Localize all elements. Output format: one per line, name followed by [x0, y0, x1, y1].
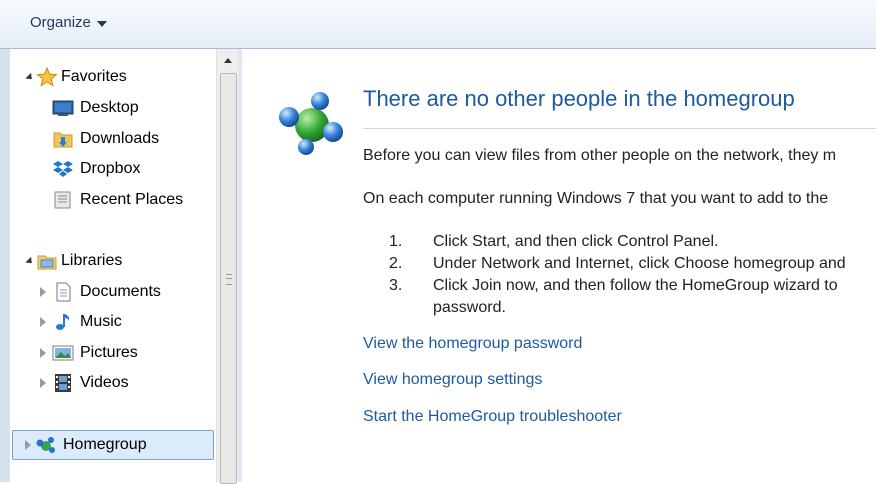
- navigation-pane: Favorites Desktop Downloads Dropbox Rece…: [10, 49, 216, 482]
- expand-arrow-icon[interactable]: [40, 348, 46, 358]
- expand-arrow-icon[interactable]: [40, 317, 46, 327]
- nav-favorites[interactable]: Favorites: [24, 64, 127, 90]
- collapse-arrow-icon[interactable]: [24, 71, 36, 83]
- expand-arrow-icon[interactable]: [40, 378, 46, 388]
- grip-icon: [226, 274, 232, 285]
- step-number: 2.: [389, 255, 403, 272]
- nav-scrollbar[interactable]: [216, 49, 239, 484]
- nav-homegroup[interactable]: Homegroup: [12, 430, 214, 460]
- nav-item-pictures[interactable]: Pictures: [40, 340, 138, 366]
- nav-homegroup-label: Homegroup: [63, 436, 147, 453]
- nav-item-label: Videos: [80, 374, 129, 391]
- step-number: 1.: [389, 233, 403, 250]
- nav-item-videos[interactable]: Videos: [40, 370, 129, 396]
- homegroup-large-icon: [279, 92, 343, 155]
- step-text: Click Join now, and then follow the Home…: [433, 277, 838, 294]
- videos-icon: [55, 374, 71, 392]
- collapse-arrow-icon[interactable]: [24, 255, 36, 267]
- organize-label: Organize: [30, 14, 91, 31]
- chevron-up-icon: [224, 57, 232, 63]
- desktop-icon: [52, 100, 74, 116]
- documents-icon: [56, 282, 71, 302]
- recent-places-icon: [54, 191, 71, 209]
- chevron-down-icon: [96, 20, 107, 27]
- libraries-icon: [37, 255, 57, 270]
- step-number: 3.: [389, 277, 403, 294]
- dropbox-icon: [53, 161, 73, 177]
- nav-item-label: Desktop: [80, 99, 139, 116]
- pictures-icon: [52, 345, 74, 361]
- nav-item-label: Downloads: [80, 130, 160, 147]
- nav-item-documents[interactable]: Documents: [40, 279, 161, 305]
- music-icon: [56, 314, 70, 330]
- step-text-continued: password.: [433, 299, 506, 316]
- content-pane: There are no other people in the homegro…: [242, 49, 876, 482]
- nav-item-music[interactable]: Music: [40, 309, 122, 335]
- nav-item-recent-places[interactable]: Recent Places: [52, 187, 183, 213]
- nav-favorites-label: Favorites: [61, 68, 127, 85]
- nav-libraries[interactable]: Libraries: [24, 248, 122, 274]
- page-title: There are no other people in the homegro…: [363, 86, 795, 111]
- downloads-folder-icon: [53, 132, 73, 148]
- homegroup-icon: [36, 437, 55, 453]
- expand-arrow-icon[interactable]: [25, 440, 31, 450]
- nav-item-label: Pictures: [80, 344, 138, 361]
- title-divider: [363, 128, 876, 129]
- organize-button[interactable]: Organize: [30, 14, 107, 31]
- homegroup-troubleshooter-link[interactable]: Start the HomeGroup troubleshooter: [363, 408, 622, 426]
- nav-item-downloads[interactable]: Downloads: [52, 126, 159, 152]
- scroll-thumb[interactable]: [220, 73, 237, 484]
- window-frame-left: [0, 49, 10, 482]
- nav-item-label: Documents: [80, 283, 161, 300]
- nav-item-label: Dropbox: [80, 160, 141, 177]
- step-text: Click Start, and then click Control Pane…: [433, 233, 719, 250]
- nav-item-dropbox[interactable]: Dropbox: [52, 156, 140, 182]
- nav-libraries-label: Libraries: [61, 252, 123, 269]
- nav-item-label: Music: [80, 313, 122, 330]
- step-text: Under Network and Internet, click Choose…: [433, 255, 846, 272]
- star-icon: [36, 67, 58, 87]
- scroll-up-button[interactable]: [217, 49, 239, 71]
- nav-item-label: Recent Places: [80, 191, 184, 208]
- expand-arrow-icon[interactable]: [40, 287, 46, 297]
- command-bar: Organize: [0, 0, 876, 49]
- view-homegroup-password-link[interactable]: View the homegroup password: [363, 335, 582, 353]
- info-paragraph: On each computer running Windows 7 that …: [363, 190, 829, 207]
- view-homegroup-settings-link[interactable]: View homegroup settings: [363, 371, 542, 389]
- nav-item-desktop[interactable]: Desktop: [52, 95, 139, 121]
- info-paragraph: Before you can view files from other peo…: [363, 147, 837, 164]
